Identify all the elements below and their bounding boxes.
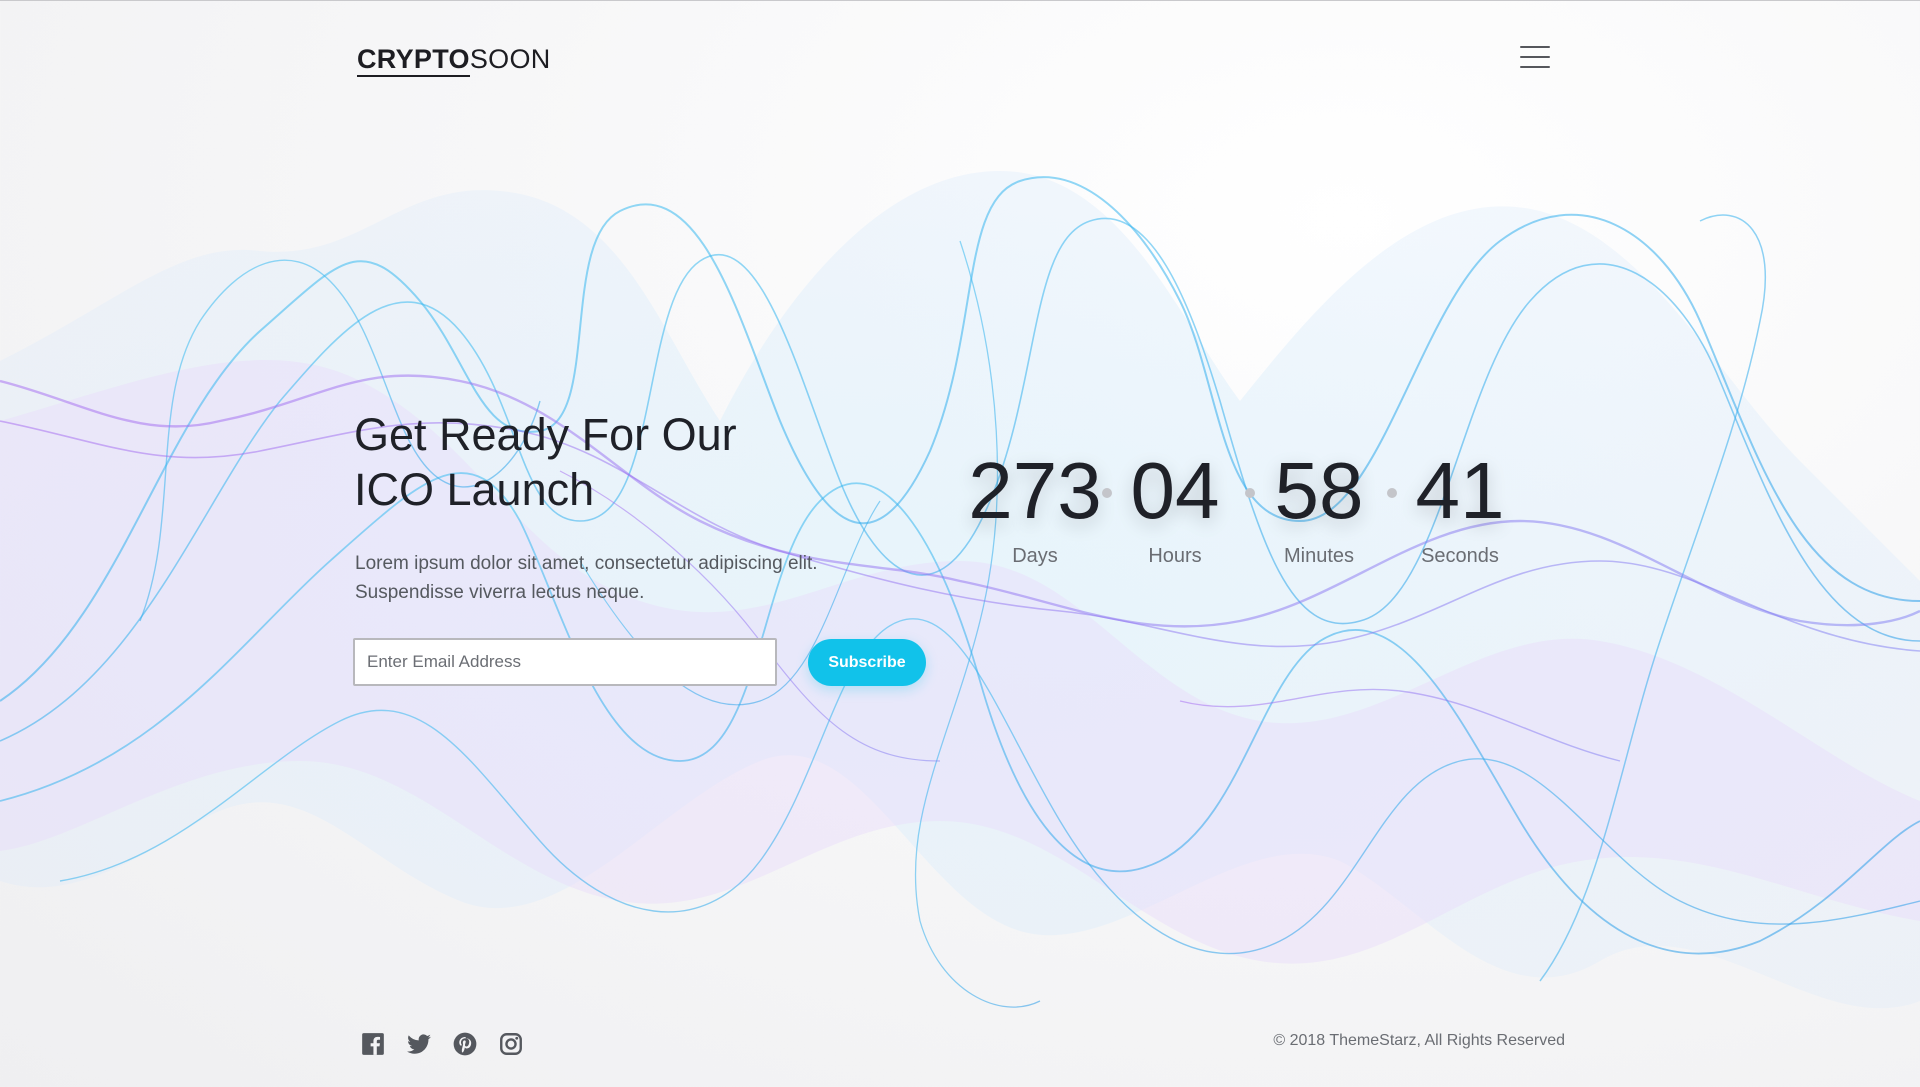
instagram-icon[interactable]	[498, 1031, 524, 1057]
countdown-days-label: Days	[1012, 545, 1058, 567]
facebook-icon[interactable]	[360, 1031, 386, 1057]
social-links	[360, 1031, 524, 1059]
hamburger-menu-icon[interactable]	[1520, 46, 1550, 70]
hero-title: Get Ready For Our ICO Launch	[354, 407, 874, 517]
copyright-text: © 2018 ThemeStarz, All Rights Reserved	[1273, 1032, 1565, 1049]
hero-title-line2: ICO Launch	[354, 464, 595, 515]
hero-desc-line1: Lorem ipsum dolor sit amet, consectetur …	[355, 553, 818, 574]
countdown-minutes-value: 58	[1274, 446, 1364, 535]
countdown-days: 273 Days	[960, 441, 1110, 568]
hero-description: Lorem ipsum dolor sit amet, consectetur …	[355, 549, 915, 607]
countdown-days-value: 273	[968, 446, 1102, 535]
hero-title-line1: Get Ready For Our	[354, 409, 737, 460]
logo-light-text: SOON	[469, 44, 551, 74]
countdown-seconds-value: 41	[1415, 446, 1505, 535]
countdown-hours: 04 Hours	[1100, 441, 1250, 568]
countdown-minutes-label: Minutes	[1283, 545, 1355, 567]
subscribe-button[interactable]: Subscribe	[808, 639, 926, 686]
email-input[interactable]	[353, 638, 777, 686]
countdown-minutes: 58 Minutes	[1244, 441, 1394, 568]
hero-desc-line2: Suspendisse viverra lectus neque.	[355, 582, 645, 603]
countdown-seconds-label: Seconds	[1421, 545, 1499, 567]
countdown-hours-label: Hours	[1148, 545, 1202, 567]
twitter-icon[interactable]	[406, 1031, 432, 1057]
site-logo[interactable]: CRYPTOSOON	[357, 44, 551, 77]
countdown-timer: 273 Days 04 Hours 58 Minutes 41 Seconds	[960, 441, 1512, 581]
logo-bold-text: CRYPTO	[357, 44, 470, 77]
countdown-hours-value: 04	[1130, 446, 1220, 535]
pinterest-icon[interactable]	[452, 1031, 478, 1057]
countdown-seconds: 41 Seconds	[1385, 441, 1535, 568]
